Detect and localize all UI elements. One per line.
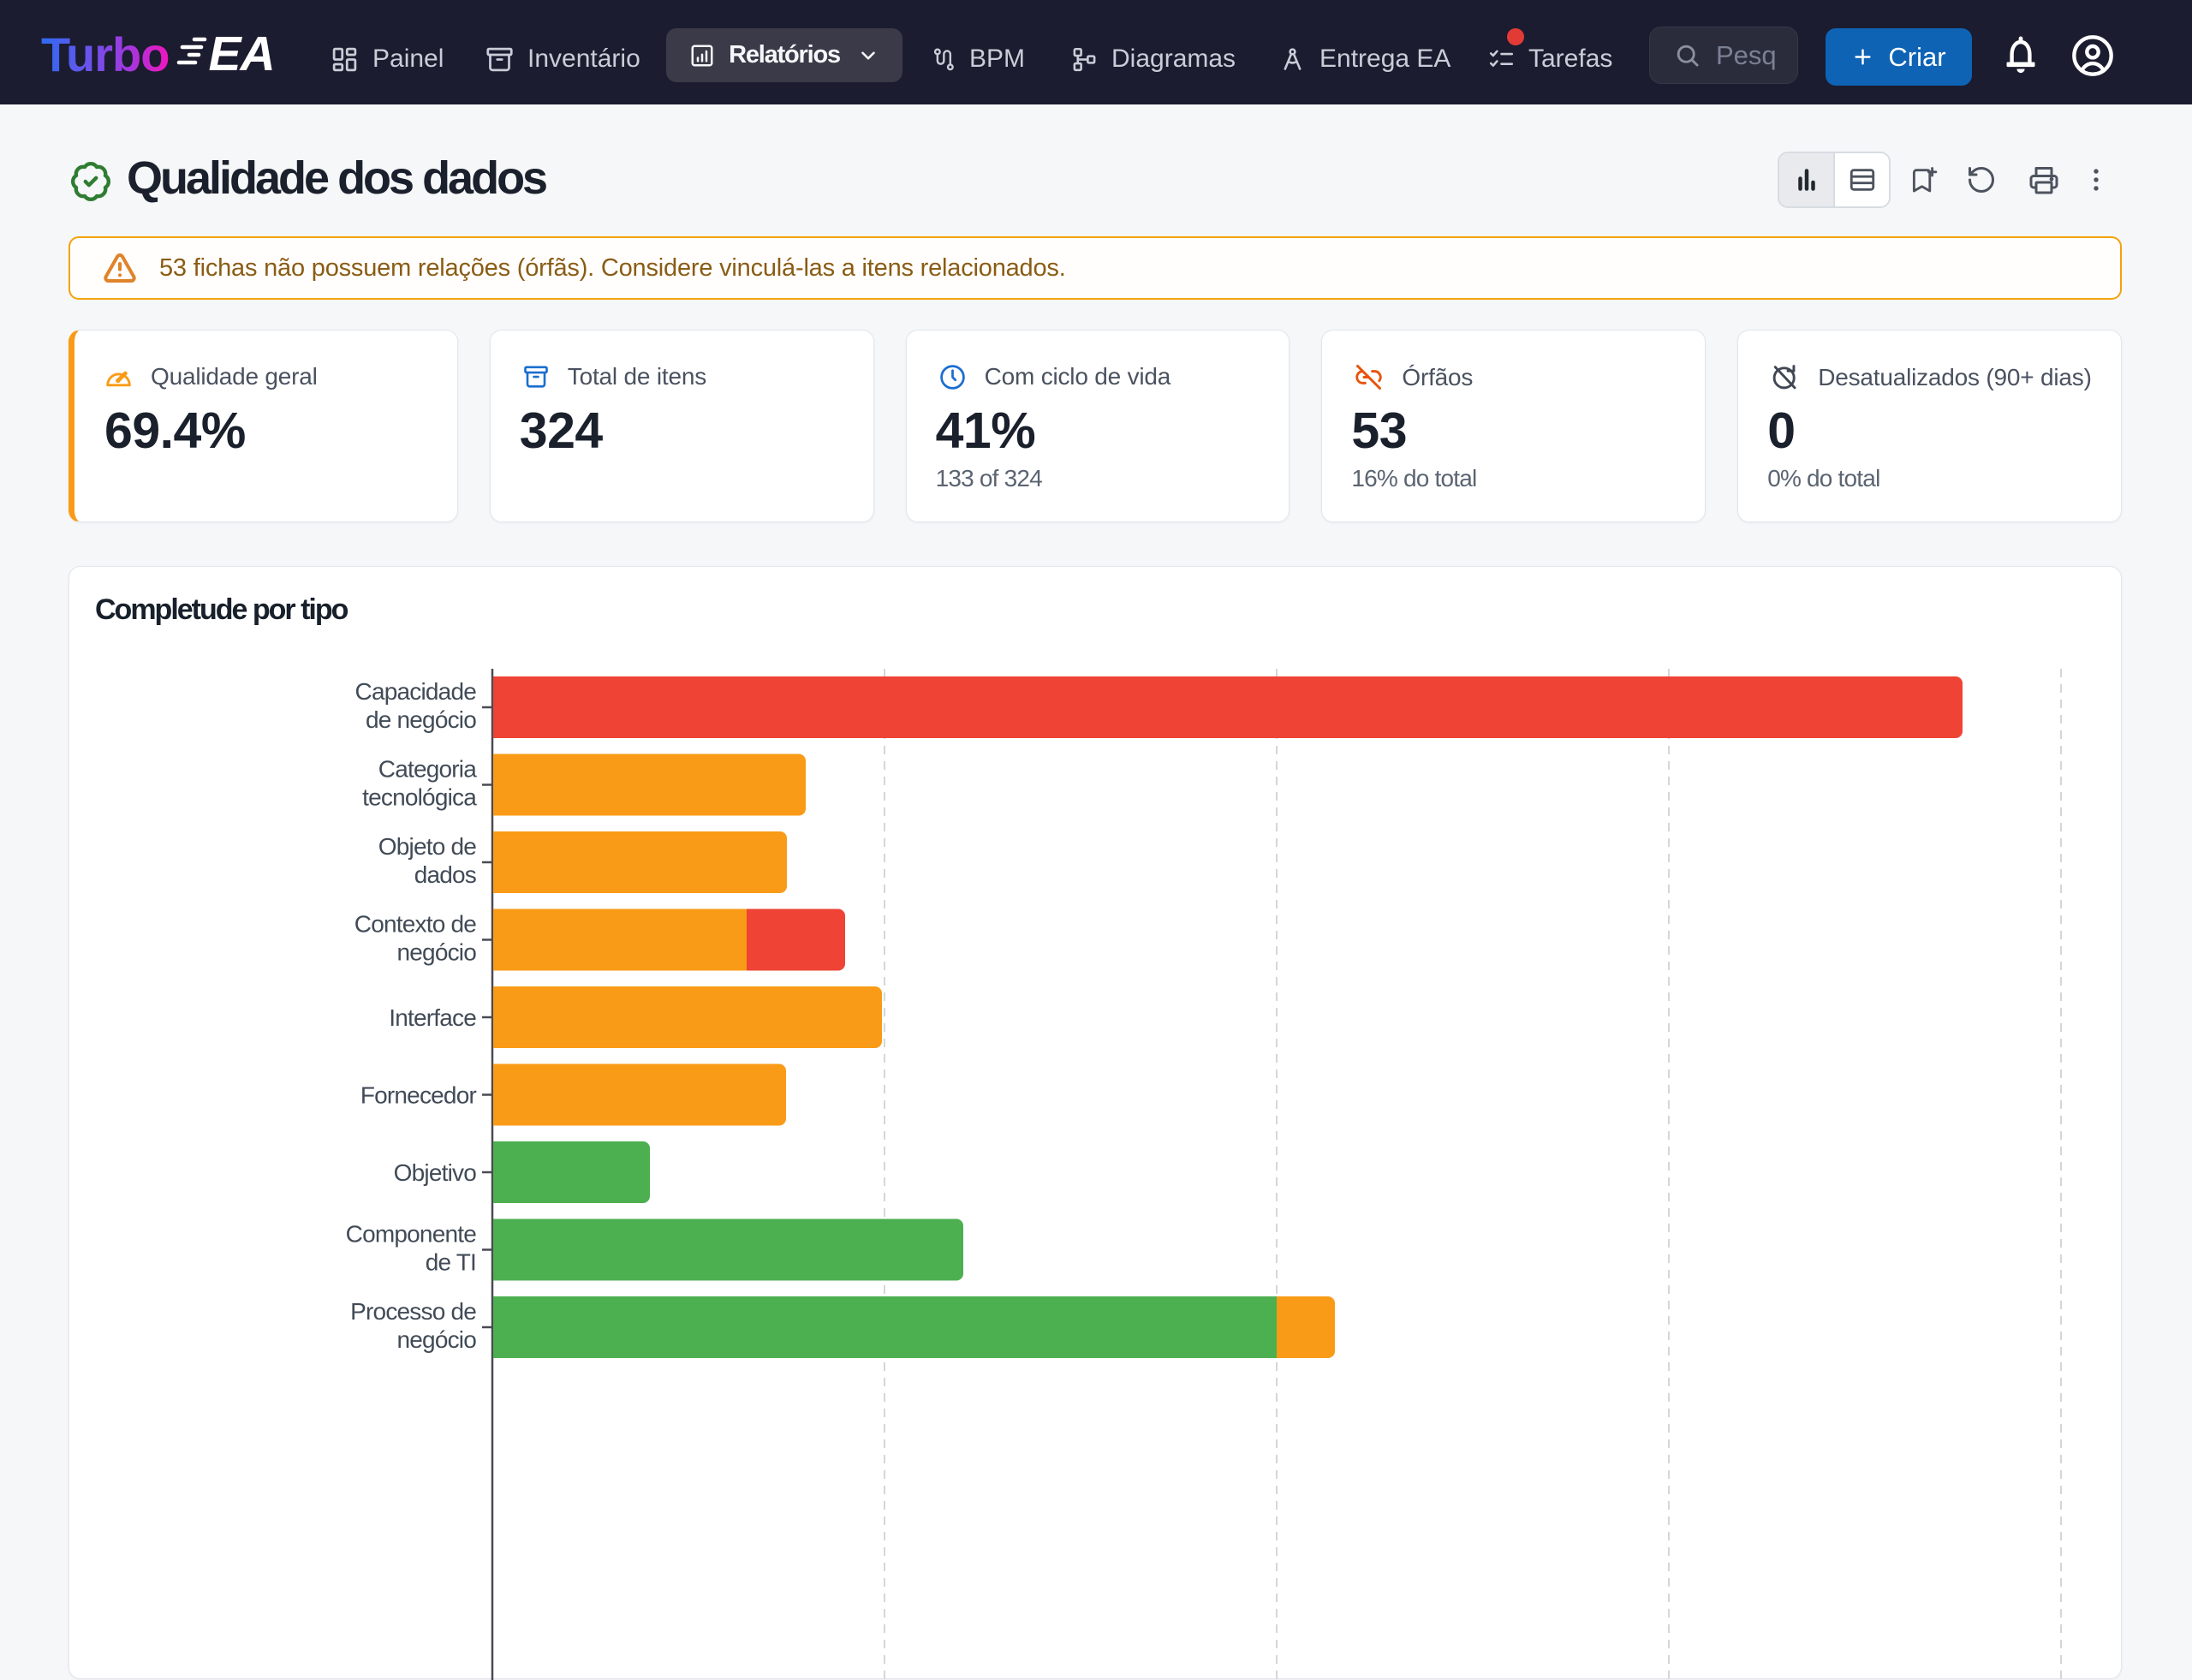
svg-text:de negócio: de negócio <box>366 706 476 733</box>
svg-text:Capacidade: Capacidade <box>355 678 477 705</box>
svg-text:dados: dados <box>414 861 476 888</box>
svg-text:negócio: negócio <box>397 939 477 966</box>
svg-text:Categoria: Categoria <box>378 756 477 783</box>
svg-text:Objetivo: Objetivo <box>394 1159 477 1186</box>
svg-text:Objeto de: Objeto de <box>378 833 476 860</box>
svg-text:Processo de: Processo de <box>350 1298 476 1325</box>
svg-text:Fornecedor: Fornecedor <box>360 1082 477 1109</box>
svg-text:Componente: Componente <box>346 1221 477 1248</box>
svg-text:Interface: Interface <box>389 1004 476 1031</box>
svg-text:Contexto de: Contexto de <box>354 911 476 938</box>
svg-text:tecnológica: tecnológica <box>362 784 477 811</box>
svg-text:de TI: de TI <box>426 1249 476 1276</box>
svg-text:negócio: negócio <box>397 1326 477 1353</box>
